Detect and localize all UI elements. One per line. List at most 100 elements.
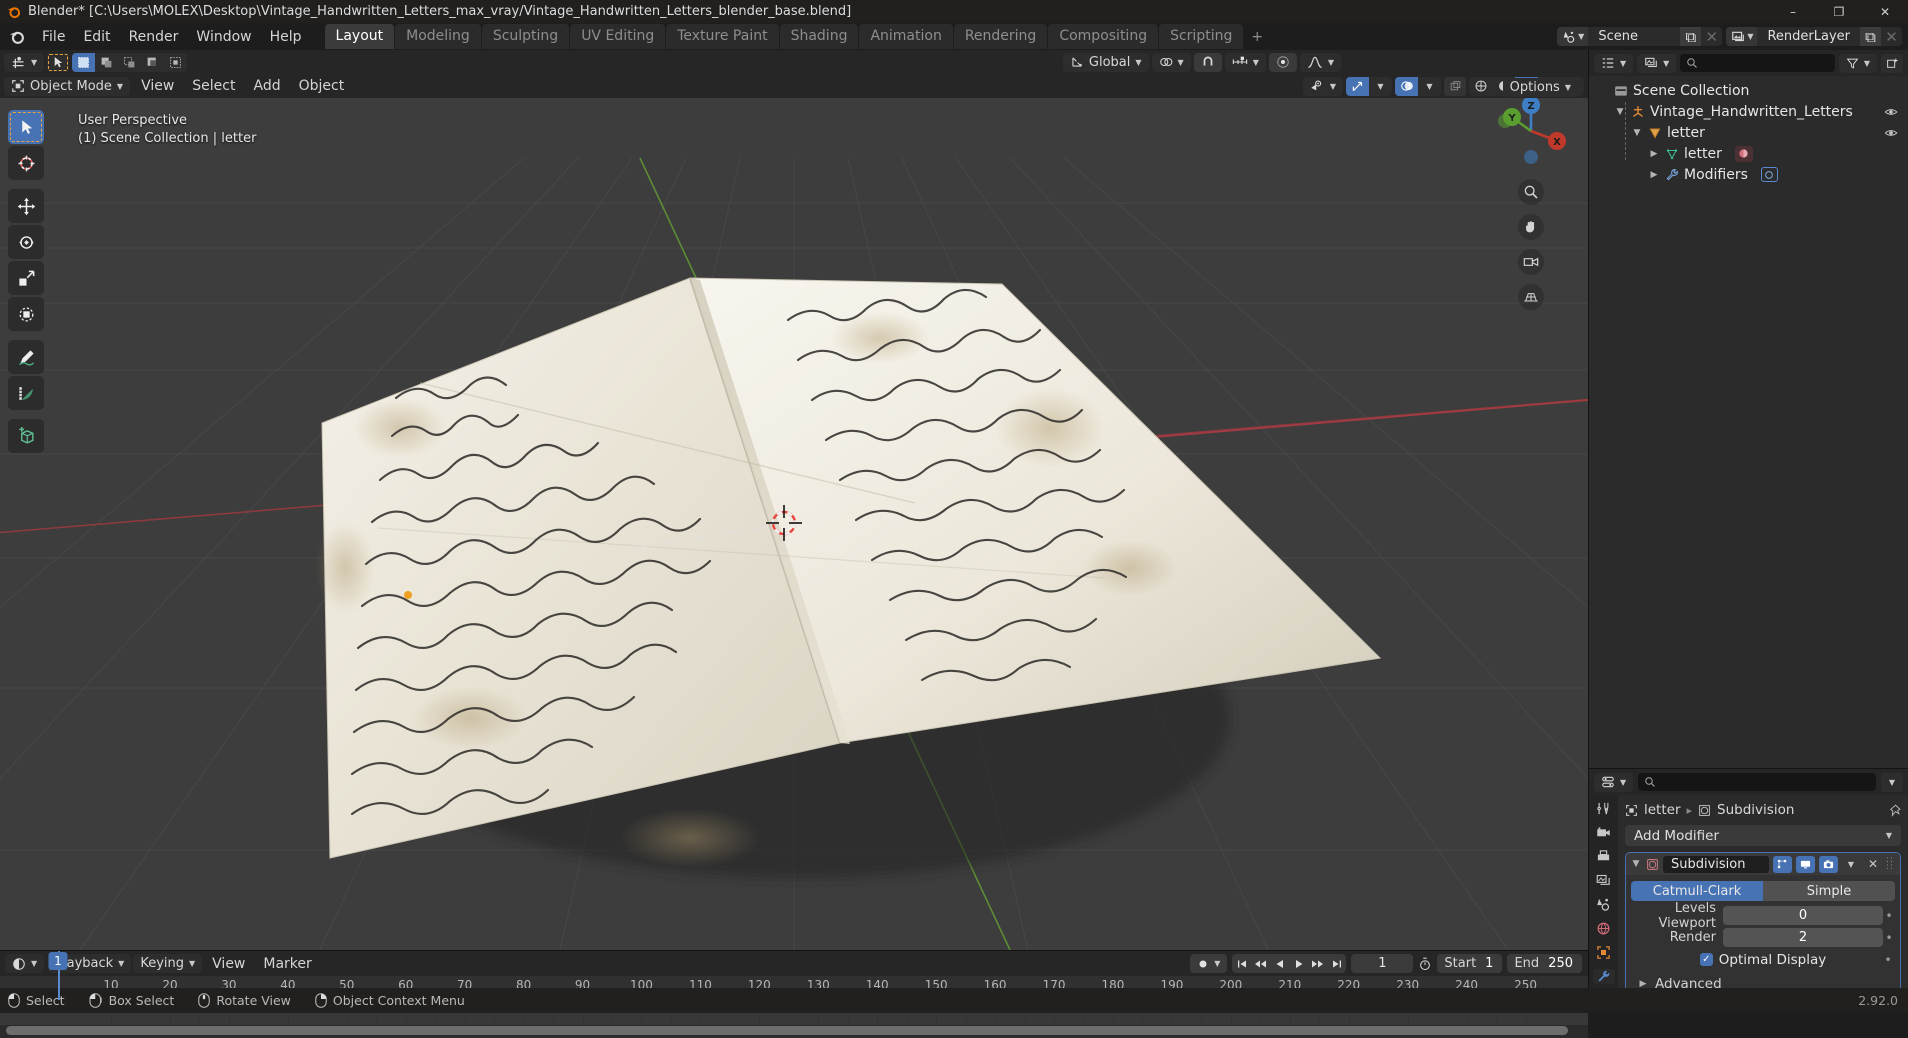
editor-type-button[interactable]: ▼ xyxy=(4,52,45,72)
jump-to-end-button[interactable] xyxy=(1327,954,1346,973)
outliner-row-letter[interactable]: ▶ letter xyxy=(1589,143,1908,164)
workspace-tab-modeling[interactable]: Modeling xyxy=(395,24,481,49)
snap-target-button[interactable]: ▼ xyxy=(1224,52,1266,72)
workspace-tab-shading[interactable]: Shading xyxy=(779,24,859,49)
play-button[interactable] xyxy=(1289,954,1308,973)
tool-annotate[interactable] xyxy=(8,340,44,374)
timeline-scrollbar[interactable] xyxy=(6,1026,1568,1035)
workspace-tab-sculpting[interactable]: Sculpting xyxy=(481,24,570,49)
outliner-row-scene-collection[interactable]: Scene Collection xyxy=(1589,80,1908,101)
show-overlays-icon[interactable] xyxy=(1395,76,1418,96)
levels-viewport-field[interactable]: 0 xyxy=(1723,906,1883,925)
select-mode-group[interactable] xyxy=(72,52,188,72)
workspace-tab-animation[interactable]: Animation xyxy=(859,24,953,49)
workspace-tab-texture-paint[interactable]: Texture Paint xyxy=(666,24,779,49)
options-inner[interactable]: Options ▼ xyxy=(1502,78,1578,97)
viewport-options-button[interactable]: Options ▼ xyxy=(1502,78,1578,97)
zoom-view-button[interactable] xyxy=(1518,179,1544,205)
tool-move[interactable] xyxy=(8,189,44,223)
blender-menu-logo-icon[interactable] xyxy=(8,28,25,45)
menu-help[interactable]: Help xyxy=(261,26,311,48)
disclosure-triangle-icon[interactable]: ▶ xyxy=(1648,170,1660,180)
properties-search-input[interactable] xyxy=(1638,773,1876,791)
tweak-tool-button[interactable] xyxy=(47,52,70,72)
gizmo-dropdown-icon[interactable]: ▼ xyxy=(1369,77,1392,96)
workspace-tab-scripting[interactable]: Scripting xyxy=(1159,24,1244,49)
modifier-edit-mode-display-toggle[interactable] xyxy=(1773,855,1792,873)
modifier-extras-dropdown[interactable]: ▼ xyxy=(1842,860,1860,869)
pivot-point-button[interactable]: ▼ xyxy=(1151,52,1191,72)
object-mode-dropdown[interactable]: Object Mode ▼ xyxy=(4,76,131,96)
outliner-search-input[interactable] xyxy=(1680,54,1835,72)
gizmo-group[interactable]: ▼ xyxy=(1346,76,1392,96)
jump-to-next-keyframe-button[interactable] xyxy=(1308,954,1327,973)
select-invert-icon[interactable] xyxy=(141,53,164,72)
modifier-realtime-display-toggle[interactable] xyxy=(1796,855,1815,873)
3d-viewport[interactable]: ▼ Global ▼ ▼ ▼ ▼ Object Mode ▼ View Sele… xyxy=(0,50,1588,950)
end-frame-field[interactable]: End 250 xyxy=(1507,954,1582,973)
tool-transform[interactable] xyxy=(8,297,44,331)
outliner-filter-button[interactable]: ▼ xyxy=(1838,53,1877,73)
outliner-badge-material-icon[interactable] xyxy=(1734,145,1753,162)
levels-viewport-animate-dot[interactable]: • xyxy=(1883,909,1895,923)
tool-rotate[interactable] xyxy=(8,225,44,259)
scene-selector[interactable]: ▼ Scene ⧉ ✕ xyxy=(1557,27,1723,46)
breadcrumb-modifier-label[interactable]: Subdivision xyxy=(1717,802,1794,818)
tab-output[interactable] xyxy=(1593,849,1615,864)
viewport-menu-object[interactable]: Object xyxy=(291,76,353,96)
properties-options-button[interactable]: ▼ xyxy=(1881,772,1903,792)
toggle-camera-view-button[interactable] xyxy=(1518,249,1544,275)
timeline-editor-type-button[interactable]: ▼ xyxy=(5,954,45,973)
overlays-dropdown-icon[interactable]: ▼ xyxy=(1418,77,1441,96)
viewport-menu-add[interactable]: Add xyxy=(246,76,289,96)
properties-editor-type-button[interactable]: ▼ xyxy=(1594,772,1634,792)
outliner-row-modifiers[interactable]: ▶ Modifiers xyxy=(1589,164,1908,185)
scene-name[interactable]: Scene xyxy=(1588,27,1680,46)
breadcrumb-object-label[interactable]: letter xyxy=(1644,802,1681,818)
subdivision-type-toggle[interactable]: Catmull-Clark Simple xyxy=(1631,881,1895,901)
outliner-badge-subdiv-icon[interactable] xyxy=(1760,167,1778,182)
tab-view-layer[interactable] xyxy=(1593,873,1615,888)
transform-orientation-button[interactable]: Global ▼ xyxy=(1062,52,1149,72)
new-scene-button[interactable]: ⧉ xyxy=(1680,27,1702,46)
menu-window[interactable]: Window xyxy=(187,26,260,48)
play-reverse-button[interactable] xyxy=(1270,954,1289,973)
outliner-row-vintage-handwritten-letters[interactable]: ▼ Vintage_Handwritten_Letters xyxy=(1589,101,1908,122)
properties-editor[interactable]: ▼ ▼ letter ▸ Subdivision Add Modifier ▼ … xyxy=(1588,768,1908,1006)
wireframe-shading-icon[interactable] xyxy=(1469,77,1492,96)
tab-object[interactable] xyxy=(1593,945,1615,960)
menu-edit[interactable]: Edit xyxy=(74,26,119,48)
workspace-tab-uv-editing[interactable]: UV Editing xyxy=(570,24,666,49)
new-collection-button[interactable] xyxy=(1881,53,1903,73)
render-levels-animate-dot[interactable]: • xyxy=(1883,931,1895,945)
outliner-editor[interactable]: ▼ ▼ ▼ Scene Collection ▼ Vintage_Handwri… xyxy=(1588,50,1908,768)
viewport-menu-select[interactable]: Select xyxy=(184,76,243,96)
viewport-canvas[interactable] xyxy=(0,98,1588,950)
show-gizmo-icon[interactable] xyxy=(1346,76,1369,96)
modifier-render-display-toggle[interactable] xyxy=(1819,855,1838,873)
pin-icon[interactable] xyxy=(1888,803,1901,817)
tab-tool[interactable] xyxy=(1593,801,1615,816)
start-frame-field[interactable]: Start 1 xyxy=(1437,954,1503,973)
tab-render[interactable] xyxy=(1593,825,1615,840)
modifier-drag-handle[interactable]: :::: xyxy=(1886,856,1896,872)
select-intersect-icon[interactable] xyxy=(164,53,187,72)
timeline-menu-marker[interactable]: Marker xyxy=(255,954,319,974)
auto-keying-button[interactable]: ▼ xyxy=(1190,954,1228,973)
tab-modifier[interactable] xyxy=(1592,969,1615,984)
viewlayer-name[interactable]: RenderLayer xyxy=(1757,27,1860,46)
timeline-menu-view[interactable]: View xyxy=(204,954,253,974)
modifier-name-field[interactable]: Subdivision xyxy=(1663,855,1769,873)
close-button[interactable]: ✕ xyxy=(1862,0,1908,23)
modifier-delete-button[interactable]: ✕ xyxy=(1864,857,1882,871)
simple-option[interactable]: Simple xyxy=(1763,881,1895,901)
render-levels-field[interactable]: 2 xyxy=(1723,928,1883,947)
unlink-scene-button[interactable]: ✕ xyxy=(1701,27,1722,46)
disclosure-triangle-icon[interactable]: ▼ xyxy=(1631,128,1643,138)
remove-viewlayer-button[interactable]: ✕ xyxy=(1881,27,1902,46)
maximize-button[interactable]: ❐ xyxy=(1816,0,1862,23)
jump-to-start-button[interactable] xyxy=(1232,954,1251,973)
tool-measure[interactable] xyxy=(8,376,44,410)
tab-world[interactable] xyxy=(1593,921,1615,936)
timeline-playhead-label[interactable]: 1 xyxy=(48,952,68,970)
